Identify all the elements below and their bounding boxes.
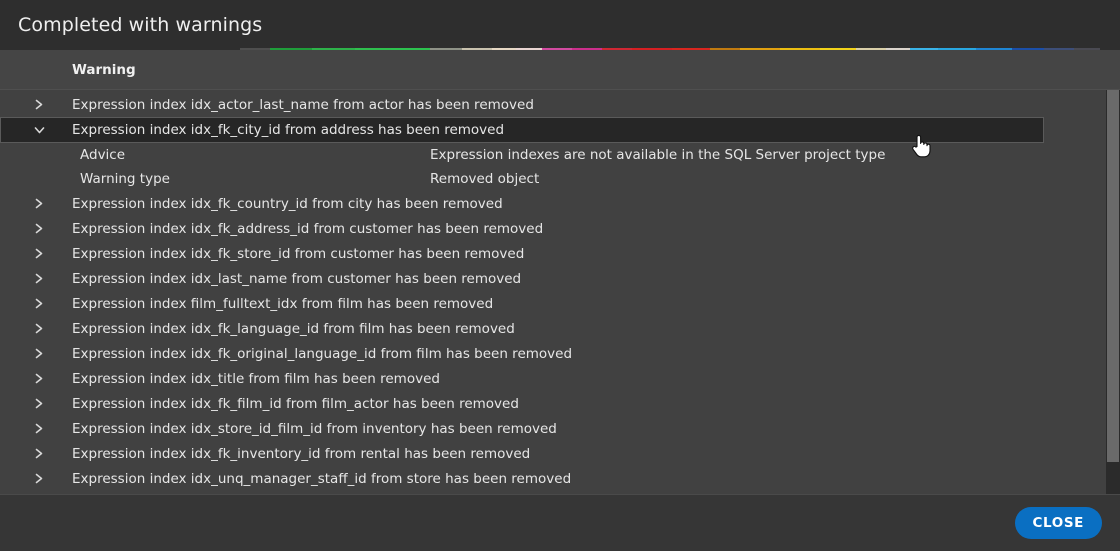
dialog-title: Completed with warnings	[18, 13, 263, 36]
close-button[interactable]: CLOSE	[1014, 507, 1102, 539]
rainbow-segment	[856, 48, 886, 50]
chevron-right-icon[interactable]	[26, 398, 52, 409]
rainbow-segment	[312, 48, 355, 50]
warning-row[interactable]: Expression index idx_fk_country_id from …	[0, 191, 1106, 216]
rainbow-segment	[391, 48, 430, 50]
warning-row[interactable]: Expression index idx_last_name from cust…	[0, 266, 1106, 291]
rainbow-segment	[572, 48, 602, 50]
rainbow-segment	[632, 48, 672, 50]
rainbow-segment	[976, 48, 1012, 50]
completed-with-warnings-dialog: Completed with warnings Warning Expressi…	[0, 0, 1120, 551]
warning-row-label: Expression index idx_fk_inventory_id fro…	[72, 445, 531, 462]
chevron-right-icon[interactable]	[26, 448, 52, 459]
warning-row-label: Expression index idx_fk_language_id from…	[72, 320, 515, 337]
warning-row[interactable]: Expression index idx_fk_inventory_id fro…	[0, 441, 1106, 466]
rainbow-segment	[462, 48, 492, 50]
warning-row[interactable]: Expression index idx_fk_address_id from …	[0, 216, 1106, 241]
warning-detail-row: Warning type Removed object	[0, 167, 1106, 191]
warning-row-label: Expression index idx_store_id_film_id fr…	[72, 420, 557, 437]
warning-row[interactable]: Expression index film_fulltext_idx from …	[0, 291, 1106, 316]
chevron-right-icon[interactable]	[26, 323, 52, 334]
chevron-right-icon[interactable]	[26, 298, 52, 309]
chevron-right-icon[interactable]	[26, 99, 52, 110]
rainbow-segment	[1074, 48, 1100, 50]
warning-row[interactable]: Expression index idx_fk_film_id from fil…	[0, 391, 1106, 416]
list-column-header: Warning	[0, 50, 1120, 90]
warning-row-label: Expression index idx_fk_city_id from add…	[72, 122, 505, 138]
chevron-right-icon[interactable]	[26, 423, 52, 434]
rainbow-segment	[820, 48, 856, 50]
warning-row[interactable]: Expression index idx_fk_store_id from cu…	[0, 241, 1106, 266]
rainbow-segment	[542, 48, 572, 50]
warning-row[interactable]: Expression index idx_unq_manager_staff_i…	[0, 466, 1106, 491]
rainbow-segment	[492, 48, 516, 50]
warning-row-label: Expression index film_fulltext_idx from …	[72, 295, 494, 312]
warning-row[interactable]: Expression index idx_actor_last_name fro…	[0, 92, 1106, 117]
rainbow-segment	[710, 48, 740, 50]
chevron-right-icon[interactable]	[26, 223, 52, 234]
rainbow-segment	[516, 48, 542, 50]
rainbow-segment	[910, 48, 938, 50]
warning-list-area: Expression index idx_actor_last_name fro…	[0, 90, 1120, 494]
warning-row-label: Expression index idx_fk_film_id from fil…	[72, 395, 519, 412]
chevron-right-icon[interactable]	[26, 273, 52, 284]
rainbow-segment	[270, 48, 312, 50]
warning-row[interactable]: Expression index idx_fk_language_id from…	[0, 316, 1106, 341]
chevron-down-icon[interactable]	[26, 126, 52, 135]
rainbow-segment	[886, 48, 910, 50]
rainbow-segment	[1012, 48, 1044, 50]
warning-detail-value: Expression indexes are not available in …	[430, 147, 886, 163]
chevron-right-icon[interactable]	[26, 473, 52, 484]
warning-row-label: Expression index idx_fk_store_id from cu…	[72, 245, 525, 262]
rainbow-segment	[780, 48, 820, 50]
chevron-right-icon[interactable]	[26, 373, 52, 384]
dialog-footer: CLOSE	[0, 494, 1120, 551]
vertical-scrollbar[interactable]	[1106, 90, 1120, 494]
warning-row-label: Expression index idx_unq_manager_staff_i…	[72, 470, 572, 487]
column-header-warning: Warning	[72, 61, 136, 78]
warning-detail-row: Advice Expression indexes are not availab…	[0, 143, 1106, 167]
rainbow-segment	[602, 48, 632, 50]
warning-row-label: Expression index idx_title from film has…	[72, 370, 440, 387]
rainbow-segment	[430, 48, 462, 50]
rainbow-segment	[1044, 48, 1074, 50]
chevron-right-icon[interactable]	[26, 248, 52, 259]
scrollbar-thumb[interactable]	[1107, 90, 1119, 462]
warning-row-label: Expression index idx_last_name from cust…	[72, 270, 522, 287]
rainbow-segment	[672, 48, 710, 50]
warning-row[interactable]: Expression index idx_fk_city_id from add…	[0, 117, 1044, 143]
chevron-right-icon[interactable]	[26, 198, 52, 209]
warning-detail-value: Removed object	[430, 171, 540, 187]
warning-row[interactable]: Expression index idx_title from film has…	[0, 366, 1106, 391]
warning-row-label: Expression index idx_fk_address_id from …	[72, 220, 544, 237]
warning-row-label: Expression index idx_actor_last_name fro…	[72, 96, 534, 113]
chevron-right-icon[interactable]	[26, 348, 52, 359]
rainbow-segment	[740, 48, 780, 50]
rainbow-segment	[240, 48, 270, 50]
rainbow-divider	[0, 48, 1120, 50]
rainbow-segment	[355, 48, 391, 50]
warning-row[interactable]: Expression index idx_store_id_film_id fr…	[0, 416, 1106, 441]
warning-detail-key: Warning type	[80, 171, 170, 187]
warning-row-label: Expression index idx_fk_country_id from …	[72, 195, 503, 212]
warning-detail-key: Advice	[80, 147, 126, 163]
warning-row[interactable]: Expression index idx_fk_original_languag…	[0, 341, 1106, 366]
rainbow-segment	[938, 48, 976, 50]
dialog-titlebar: Completed with warnings	[0, 0, 1120, 50]
warning-list: Expression index idx_actor_last_name fro…	[0, 90, 1106, 494]
warning-row-label: Expression index idx_fk_original_languag…	[72, 345, 573, 362]
